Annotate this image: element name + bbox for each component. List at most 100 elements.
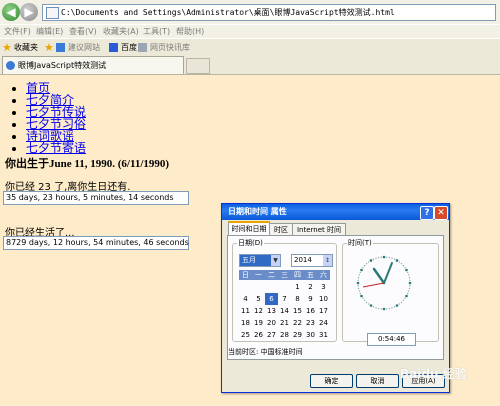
calendar-day[interactable]: 9 [304, 293, 317, 305]
calendar-day[interactable]: 27 [265, 329, 278, 341]
birthday-countdown-field[interactable]: 35 days, 23 hours, 5 minutes, 14 seconds [3, 191, 189, 205]
clock-tick [382, 307, 386, 311]
lived-time-field[interactable]: 8729 days, 12 hours, 54 minutes, 46 seco… [3, 236, 189, 250]
calendar-day[interactable]: 31 [317, 329, 330, 341]
month-select[interactable]: 五月 ▼ [239, 254, 281, 267]
clock-tick [391, 257, 393, 259]
favorites-bar: ★ 收藏夹 ★ 建议网站 百度 网页快讯库 [0, 38, 500, 57]
clock-tick [407, 271, 409, 274]
calendar-day[interactable]: 10 [317, 293, 330, 305]
clock-tick [382, 255, 386, 259]
tab-title: 眼博JavaScript特效测试 [18, 61, 107, 70]
nav-list: 首页 七夕简介 七夕节传说 七夕节习俗 诗词歌谣 七夕节寄语 [8, 82, 86, 154]
clock-tick [408, 290, 410, 292]
calendar-day[interactable]: 5 [252, 293, 265, 305]
calendar-day[interactable]: 21 [278, 317, 291, 329]
clock-tick [393, 258, 396, 260]
calendar-day[interactable]: 24 [317, 317, 330, 329]
calendar-day[interactable]: 13 [265, 305, 278, 317]
clock-tick [404, 297, 406, 299]
menu-tools[interactable]: 工具(T) [143, 25, 170, 39]
clock-tick [402, 299, 404, 301]
date-group: 日期(D) 五月 ▼ 2014 ↕ 日一二三四五六 1 2 3 4 5 6 7 8 9 10 11 1… [232, 238, 337, 342]
new-tab-button[interactable] [186, 58, 210, 74]
clock-tick [398, 261, 400, 263]
year-value: 2014 [294, 256, 312, 264]
calendar-weekday: 三 [281, 271, 288, 279]
favorites-button[interactable]: 收藏夹 [14, 41, 38, 54]
clock-tick [360, 294, 363, 298]
cancel-button[interactable]: 取消 [356, 374, 399, 388]
help-button[interactable]: ? [420, 206, 434, 220]
clock-tick [391, 307, 393, 309]
date-group-label: 日期(D) [237, 238, 264, 248]
calendar-day[interactable]: 6 [265, 293, 278, 305]
clock-tick [375, 307, 377, 309]
calendar-day[interactable]: 12 [252, 305, 265, 317]
clock-tick [377, 256, 380, 259]
calendar-day[interactable]: 8 [291, 293, 304, 305]
clock-tick [404, 267, 406, 269]
address-row: ◀ ▶ C:\Documents and Settings\Administra… [0, 0, 500, 24]
calendar-day[interactable]: 28 [278, 329, 291, 341]
calendar-weekday: 二 [268, 271, 275, 279]
clock-tick [405, 268, 408, 272]
clock-tick [405, 294, 408, 298]
clock-tick [407, 292, 409, 295]
time-field[interactable]: 0:54:46 [367, 333, 416, 346]
fav-suggested-sites[interactable]: 建议网站 [68, 41, 100, 54]
clock-tick [388, 307, 391, 310]
birth-date-text: 你出生于June 11, 1990. (6/11/1990) [5, 158, 170, 170]
month-value: 五月 [242, 256, 256, 264]
calendar-day[interactable]: 7 [278, 293, 291, 305]
menu-view[interactable]: 查看(V) [69, 25, 97, 39]
calendar-day[interactable]: 18 [239, 317, 252, 329]
calendar-day[interactable]: 23 [304, 317, 317, 329]
close-button[interactable]: ✕ [434, 206, 448, 220]
timezone-label: 当前时区: 中国标准时间 [228, 348, 303, 356]
ok-button[interactable]: 确定 [310, 374, 353, 388]
menu-help[interactable]: 帮助(H) [176, 25, 204, 39]
clock-tick [380, 308, 382, 310]
calendar-day[interactable]: 22 [291, 317, 304, 329]
clock-tick [395, 259, 399, 262]
calendar-day[interactable]: 11 [239, 305, 252, 317]
calendar-day[interactable]: 3 [317, 281, 330, 293]
calendar-day[interactable]: 19 [252, 317, 265, 329]
list-item: 七夕节寄语 [26, 142, 86, 154]
clock-tick [359, 292, 361, 295]
dialog-titlebar[interactable]: 日期和时间 属性 ? ✕ [222, 204, 449, 220]
calendar-day[interactable]: 4 [239, 293, 252, 305]
add-favorite-icon[interactable]: ★ [44, 41, 54, 54]
calendar-day[interactable]: 2 [304, 281, 317, 293]
back-button[interactable]: ◀ [2, 3, 20, 21]
calendar-day[interactable]: 26 [252, 329, 265, 341]
forward-button[interactable]: ▶ [20, 3, 38, 21]
calendar-day[interactable]: 15 [291, 305, 304, 317]
clock-tick [400, 301, 402, 303]
calendar-day[interactable]: 30 [304, 329, 317, 341]
clock-tick [409, 285, 411, 287]
calendar-day[interactable]: 20 [265, 317, 278, 329]
calendar-day[interactable]: 14 [278, 305, 291, 317]
calendar-day[interactable]: 25 [239, 329, 252, 341]
fav-baidu[interactable]: 百度 [121, 41, 137, 54]
calendar-day[interactable]: 16 [304, 305, 317, 317]
clock-tick [366, 263, 368, 265]
clock-tick [362, 297, 364, 299]
clock-tick [372, 306, 375, 308]
tab-current[interactable]: 眼博JavaScript特效测试 [2, 56, 184, 74]
year-spinner[interactable]: 2014 ↕ [291, 254, 333, 267]
menu-edit[interactable]: 编辑(E) [36, 25, 63, 39]
calendar-day[interactable]: 17 [317, 305, 330, 317]
fav-web-slice-gallery[interactable]: 网页快讯库 [150, 41, 190, 54]
calendar-day[interactable]: 29 [291, 329, 304, 341]
calendar-day[interactable]: 1 [291, 281, 304, 293]
clock-tick [364, 299, 366, 301]
clock-tick [380, 256, 382, 258]
nav-link-wishes[interactable]: 七夕节寄语 [26, 141, 86, 155]
menu-file[interactable]: 文件(F) [4, 25, 31, 39]
address-bar[interactable]: C:\Documents and Settings\Administrator\… [42, 4, 496, 21]
calendar-weekday-header: 日一二三四五六 [239, 270, 330, 280]
menu-favorites[interactable]: 收藏夹(A) [103, 25, 139, 39]
